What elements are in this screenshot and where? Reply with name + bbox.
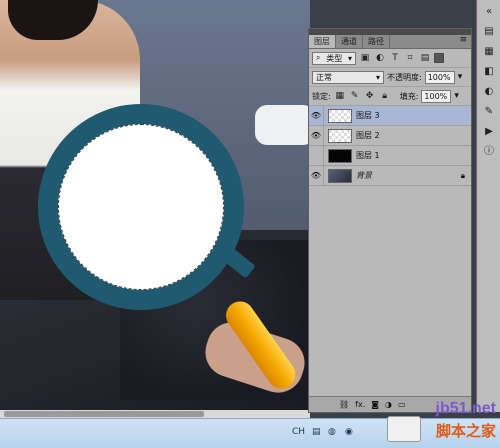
site-watermark: jb51.net 脚本之家 xyxy=(385,400,500,448)
blend-mode-select[interactable]: 正常 ▾ xyxy=(312,70,384,84)
layer-name: 图层 2 xyxy=(356,131,380,140)
chevron-down-icon: ▾ xyxy=(347,53,352,63)
fill-label: 填充: xyxy=(399,91,419,101)
layer-list: 👁︎ 图层 3 👁︎ 图层 2 图层 1 👁︎ 背景 🔒︎ xyxy=(309,105,471,356)
layer-name: 背景 xyxy=(356,171,372,180)
blend-row: 正常 ▾ 不透明度: 100% ▾ xyxy=(309,68,471,87)
collapse-icon[interactable]: « xyxy=(479,4,499,20)
search-icon: ⌕ xyxy=(316,53,321,62)
watermark-logo xyxy=(387,416,421,442)
panel-menu-icon[interactable]: ≡ xyxy=(455,35,471,48)
lock-paint-icon[interactable]: ✎ xyxy=(349,90,361,102)
watermark-brand: 脚本之家 xyxy=(435,422,496,440)
filter-kind-select[interactable]: ⌕ 类型 ▾ xyxy=(312,51,356,65)
history-icon[interactable]: ▤ xyxy=(479,24,499,40)
layer-thumbnail xyxy=(328,148,352,163)
lock-all-icon[interactable]: 🔒︎ xyxy=(379,90,391,102)
photo-sleeve xyxy=(255,105,310,145)
filter-shape-icon[interactable]: ⌗ xyxy=(404,52,416,64)
scrollbar-thumb[interactable] xyxy=(4,411,204,417)
watermark-url: jb51.net xyxy=(435,400,496,417)
lock-transparent-icon[interactable]: ▦ xyxy=(334,90,346,102)
network-icon[interactable]: ◍ xyxy=(328,427,336,437)
eye-icon[interactable]: 👁︎ xyxy=(309,105,324,126)
fill-input[interactable]: 100% xyxy=(421,89,452,103)
filter-pixel-icon[interactable]: ▣ xyxy=(359,52,371,64)
layer-thumbnail xyxy=(328,128,352,143)
tray-app-icon[interactable]: ◉ xyxy=(345,427,353,437)
actions-icon[interactable]: ▶ xyxy=(479,124,499,140)
layer-name: 图层 1 xyxy=(356,151,380,160)
horizontal-scrollbar[interactable] xyxy=(0,410,310,418)
layer-name: 图层 3 xyxy=(356,111,380,120)
layer-thumbnail xyxy=(328,168,352,183)
link-icon[interactable]: ⛓︎ xyxy=(339,400,349,409)
info-icon[interactable]: ⓘ xyxy=(479,144,499,160)
opacity-dropdown-icon[interactable]: ▾ xyxy=(458,72,463,82)
tab-layers[interactable]: 图层 xyxy=(309,35,336,48)
blend-mode-value: 正常 xyxy=(316,72,332,82)
lock-icon: 🔒︎ xyxy=(460,170,465,180)
layer-row[interactable]: 👁︎ 图层 3 xyxy=(309,105,471,126)
language-indicator[interactable]: CH xyxy=(292,427,305,437)
layer-row[interactable]: 👁︎ 背景 🔒︎ xyxy=(309,165,471,186)
opacity-label: 不透明度: xyxy=(387,72,422,82)
panel-tabs: 图层 通道 路径 ≡ xyxy=(309,35,471,49)
visibility-empty-box[interactable] xyxy=(309,145,324,166)
fill-dropdown-icon[interactable]: ▾ xyxy=(454,91,459,101)
right-tool-strip: « ▤ ▦ ◧ ◐ ✎ ▶ ⓘ xyxy=(476,0,500,412)
chevron-down-icon: ▾ xyxy=(375,72,380,82)
lock-label: 锁定: xyxy=(312,91,331,101)
add-mask-icon[interactable]: ◙ xyxy=(371,400,379,409)
brush-icon[interactable]: ✎ xyxy=(479,104,499,120)
eye-icon[interactable]: 👁︎ xyxy=(309,125,324,146)
filter-row: ⌕ 类型 ▾ ▣ ◐ T ⌗ ▤ xyxy=(309,49,471,68)
layers-panel: 图层 通道 路径 ≡ ⌕ 类型 ▾ ▣ ◐ T ⌗ ▤ 正常 ▾ 不透明度: 1… xyxy=(308,28,472,413)
layer-row[interactable]: 图层 1 xyxy=(309,145,471,166)
opacity-input[interactable]: 100% xyxy=(424,70,455,84)
filter-smart-object-icon[interactable]: ▤ xyxy=(419,52,431,64)
filter-type-icon[interactable]: T xyxy=(389,52,401,64)
tab-paths[interactable]: 路径 xyxy=(363,35,390,48)
layer-row[interactable]: 👁︎ 图层 2 xyxy=(309,125,471,146)
keyboard-icon[interactable]: ▤ xyxy=(312,427,321,437)
lock-row: 锁定: ▦ ✎ ✥ 🔒︎ 填充: 100% ▾ xyxy=(309,87,471,106)
lock-move-icon[interactable]: ✥ xyxy=(364,90,376,102)
adjustments-icon[interactable]: ◐ xyxy=(479,84,499,100)
filter-toggle[interactable] xyxy=(434,53,444,63)
swatches-icon[interactable]: ◧ xyxy=(479,64,499,80)
magnifier-lens-selection xyxy=(58,124,224,290)
tab-channels[interactable]: 通道 xyxy=(336,35,363,48)
eye-icon[interactable]: 👁︎ xyxy=(309,165,324,186)
filter-kind-label: 类型 xyxy=(326,53,343,63)
color-icon[interactable]: ▦ xyxy=(479,44,499,60)
layer-thumbnail xyxy=(328,108,352,123)
filter-adjustment-icon[interactable]: ◐ xyxy=(374,52,386,64)
fx-button[interactable]: fx. xyxy=(355,400,365,409)
